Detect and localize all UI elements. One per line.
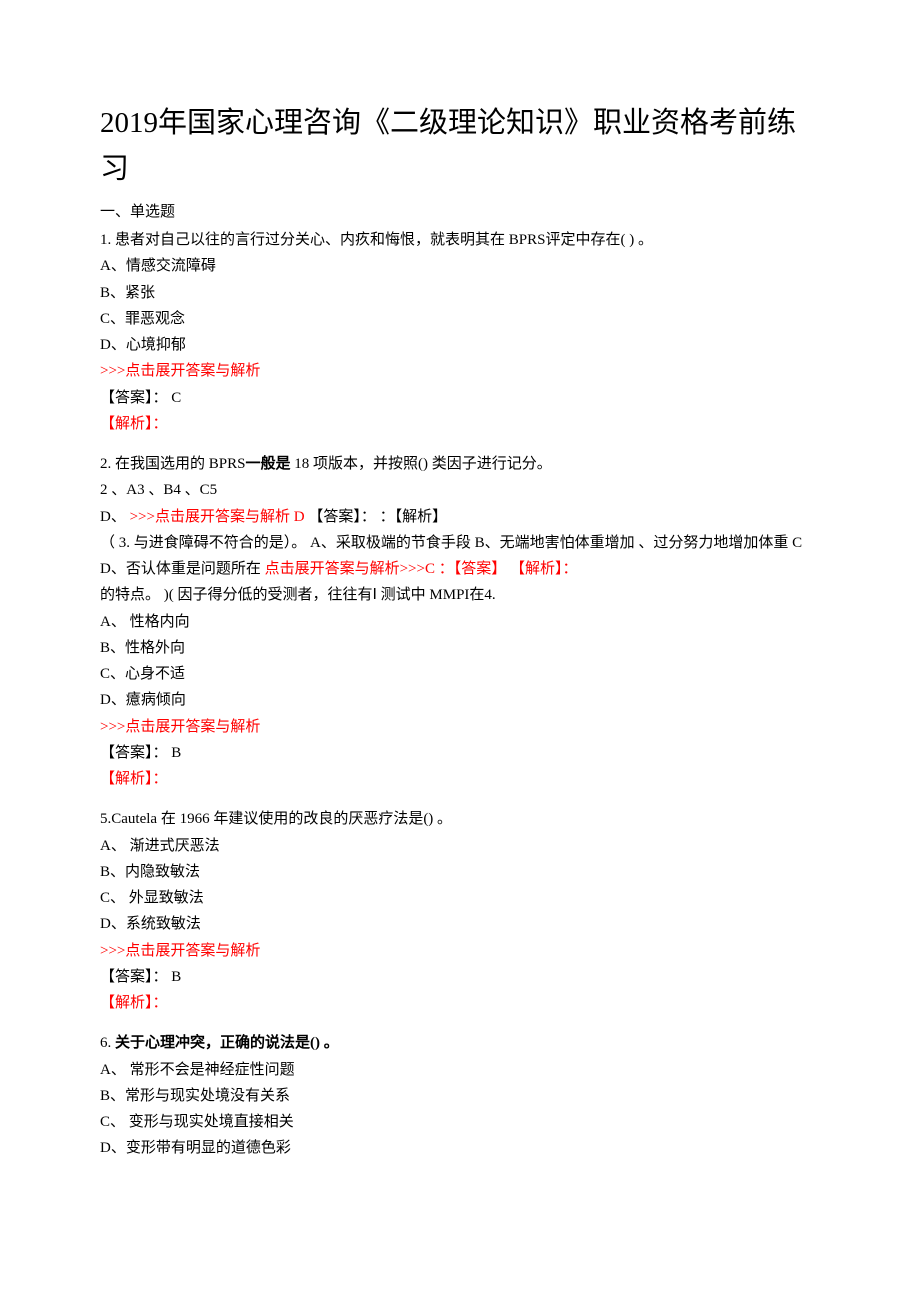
q5-option-d: D、系统致敏法 bbox=[100, 911, 820, 937]
q5-text: 5.Cautela 在 1966 年建议使用的改良的厌恶疗法是() 。 bbox=[100, 806, 820, 832]
q4-option-c: C、心身不适 bbox=[100, 661, 820, 687]
q2-line-d: D、 >>>点击展开答案与解析 D 【答案】： ：【解析】 bbox=[100, 504, 820, 530]
q2-text: 2. 在我国选用的 BPRS一般是 18 项版本，并按照() 类因子进行记分。 bbox=[100, 451, 820, 477]
question-1: 1. 患者对自己以往的言行过分关心、内疚和悔恨，就表明其在 BPRS评定中存在(… bbox=[100, 227, 820, 437]
q5-explanation-label: 【解析】： bbox=[100, 990, 820, 1016]
q6-text: 6. 关于心理冲突，正确的说法是() 。 bbox=[100, 1030, 820, 1056]
q1-answer: 【答案】： C bbox=[100, 385, 820, 411]
q4-explanation-label: 【解析】： bbox=[100, 766, 820, 792]
q2-expand-link[interactable]: >>>点击展开答案与解析 D bbox=[130, 509, 309, 525]
q3-text: （ 3. 与进食障碍不符合的是）。 A、采取极端的节食手段 B、无端地害怕体重增… bbox=[100, 530, 820, 583]
q5-option-b: B、内隐致敏法 bbox=[100, 859, 820, 885]
q2-answer: 【答案】： ：【解析】 bbox=[308, 509, 447, 525]
q6-bold: 关于心理冲突，正确的说法是() 。 bbox=[115, 1035, 339, 1051]
q1-option-b: B、紧张 bbox=[100, 280, 820, 306]
q4-option-a: A、 性格内向 bbox=[100, 609, 820, 635]
section-heading: 一、单选题 bbox=[100, 199, 820, 225]
q2-bold: 一般是 bbox=[245, 456, 290, 472]
q6-option-a: A、 常形不会是神经症性问题 bbox=[100, 1057, 820, 1083]
q1-option-c: C、罪恶观念 bbox=[100, 306, 820, 332]
q4-option-b: B、性格外向 bbox=[100, 635, 820, 661]
q4-text: 的特点。 )( 因子得分低的受测者，往往有Ⅰ 测试中 MMPI在4. bbox=[100, 582, 820, 608]
q1-expand-link[interactable]: >>>点击展开答案与解析 bbox=[100, 358, 820, 384]
q4-option-d: D、癔病倾向 bbox=[100, 687, 820, 713]
q5-expand-link[interactable]: >>>点击展开答案与解析 bbox=[100, 938, 820, 964]
q2-line2: 2 、A3 、B4 、C5 bbox=[100, 477, 820, 503]
q5-answer: 【答案】： B bbox=[100, 964, 820, 990]
page-title: 2019年国家心理咨询《二级理论知识》职业资格考前练习 bbox=[100, 100, 820, 193]
question-5: 5.Cautela 在 1966 年建议使用的改良的厌恶疗法是() 。 A、 渐… bbox=[100, 806, 820, 1016]
q2-post: 18 项版本，并按照() 类因子进行记分。 bbox=[290, 456, 551, 472]
q2-d-label: D、 bbox=[100, 509, 130, 525]
q4-expand-link[interactable]: >>>点击展开答案与解析 bbox=[100, 714, 820, 740]
q1-explanation-label: 【解析】： bbox=[100, 411, 820, 437]
q5-option-a: A、 渐进式厌恶法 bbox=[100, 833, 820, 859]
q2-pre: 2. 在我国选用的 BPRS bbox=[100, 456, 245, 472]
q3-expand-link[interactable]: 点击展开答案与解析>>>C ：【答案】 【解析】： bbox=[265, 561, 578, 577]
question-2: 2. 在我国选用的 BPRS一般是 18 项版本，并按照() 类因子进行记分。 … bbox=[100, 451, 820, 792]
q1-option-d: D、心境抑郁 bbox=[100, 332, 820, 358]
q1-text: 1. 患者对自己以往的言行过分关心、内疚和悔恨，就表明其在 BPRS评定中存在(… bbox=[100, 227, 820, 253]
q1-option-a: A、情感交流障碍 bbox=[100, 253, 820, 279]
q4-answer: 【答案】： B bbox=[100, 740, 820, 766]
q5-option-c: C、 外显致敏法 bbox=[100, 885, 820, 911]
q6-option-c: C、 变形与现实处境直接相关 bbox=[100, 1109, 820, 1135]
question-6: 6. 关于心理冲突，正确的说法是() 。 A、 常形不会是神经症性问题 B、常形… bbox=[100, 1030, 820, 1161]
q6-option-b: B、常形与现实处境没有关系 bbox=[100, 1083, 820, 1109]
q6-option-d: D、变形带有明显的道德色彩 bbox=[100, 1135, 820, 1161]
q6-num: 6. bbox=[100, 1035, 115, 1051]
